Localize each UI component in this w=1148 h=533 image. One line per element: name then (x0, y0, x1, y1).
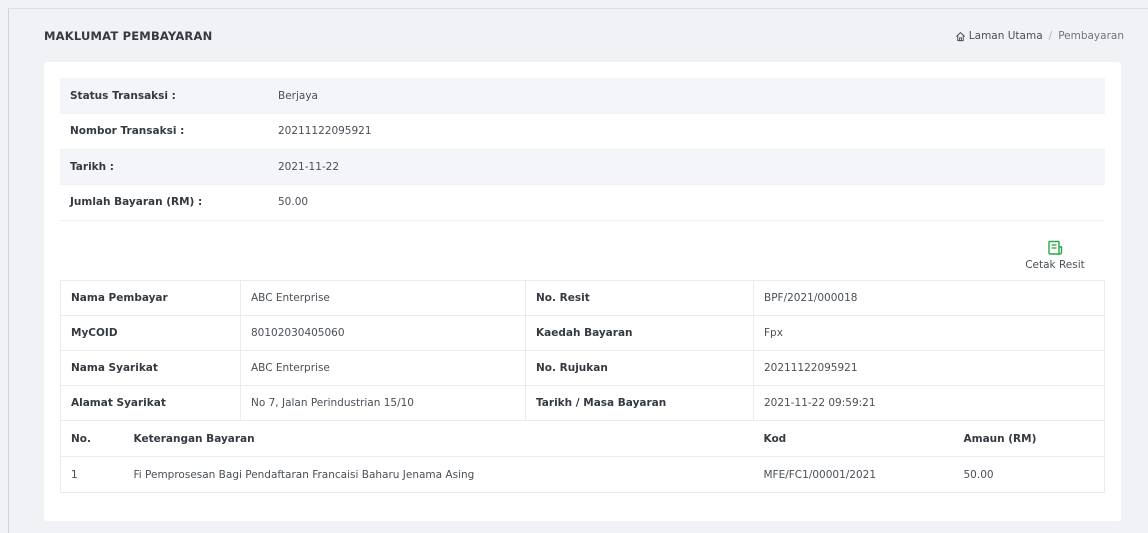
status-label: Status Transaksi : (60, 78, 268, 114)
fee-details-table: No. Keterangan Bayaran Kod Amaun (RM) 1 … (60, 420, 1105, 493)
receipt-icon (1047, 240, 1063, 256)
transaction-number-value: 20211122095921 (268, 113, 1105, 150)
table-row: Tarikh : 2021-11-22 (60, 149, 1105, 185)
table-header-row: No. Keterangan Bayaran Kod Amaun (RM) (60, 420, 1105, 457)
payment-datetime-value: 2021-11-22 09:59:21 (753, 385, 1105, 421)
column-header-amount: Amaun (RM) (953, 420, 1105, 457)
fee-row-description: Fi Pemprosesan Bagi Pendaftaran Francais… (123, 456, 754, 493)
home-icon[interactable] (955, 31, 966, 42)
breadcrumb-separator: / (1048, 30, 1053, 42)
date-label: Tarikh : (60, 149, 268, 185)
breadcrumb-home[interactable]: Laman Utama (969, 30, 1043, 42)
amount-label: Jumlah Bayaran (RM) : (60, 184, 268, 221)
payment-card: Status Transaksi : Berjaya Nombor Transa… (44, 62, 1121, 521)
page-title: MAKLUMAT PEMBAYARAN (44, 29, 213, 43)
column-header-code: Kod (753, 420, 954, 457)
print-receipt-button[interactable]: Cetak Resit (1019, 240, 1091, 271)
table-row: Nombor Transaksi : 20211122095921 (60, 113, 1105, 150)
column-header-no: No. (60, 420, 124, 457)
payment-info-table: Nama Pembayar ABC Enterprise No. Resit B… (60, 280, 1105, 421)
payment-datetime-label: Tarikh / Masa Bayaran (525, 385, 754, 421)
column-header-description: Keterangan Bayaran (123, 420, 754, 457)
payment-method-label: Kaedah Bayaran (525, 315, 754, 351)
status-value: Berjaya (268, 78, 1105, 114)
payer-name-value: ABC Enterprise (240, 280, 526, 316)
table-row: Nama Syarikat ABC Enterprise No. Rujukan… (60, 350, 1105, 386)
transaction-number-label: Nombor Transaksi : (60, 113, 268, 150)
payment-method-value: Fpx (753, 315, 1105, 351)
receipt-number-value: BPF/2021/000018 (753, 280, 1105, 316)
mycoid-label: MyCOID (60, 315, 241, 351)
receipt-number-label: No. Resit (525, 280, 754, 316)
date-value: 2021-11-22 (268, 149, 1105, 185)
mycoid-value: 80102030405060 (240, 315, 526, 351)
table-row: Nama Pembayar ABC Enterprise No. Resit B… (60, 280, 1105, 316)
table-row: MyCOID 80102030405060 Kaedah Bayaran Fpx (60, 315, 1105, 351)
table-row: Status Transaksi : Berjaya (60, 78, 1105, 114)
page-header: MAKLUMAT PEMBAYARAN Laman Utama / Pembay… (44, 26, 1124, 46)
payer-name-label: Nama Pembayar (60, 280, 241, 316)
company-address-value: No 7, Jalan Perindustrian 15/10 (240, 385, 526, 421)
print-receipt-label: Cetak Resit (1025, 259, 1085, 271)
table-row: Alamat Syarikat No 7, Jalan Perindustria… (60, 385, 1105, 421)
company-address-label: Alamat Syarikat (60, 385, 241, 421)
fee-row-no: 1 (60, 456, 124, 493)
breadcrumb: Laman Utama / Pembayaran (955, 30, 1124, 42)
breadcrumb-current: Pembayaran (1058, 30, 1124, 42)
table-row: Jumlah Bayaran (RM) : 50.00 (60, 184, 1105, 221)
transaction-status-table: Status Transaksi : Berjaya Nombor Transa… (60, 78, 1105, 221)
company-name-value: ABC Enterprise (240, 350, 526, 386)
amount-value: 50.00 (268, 184, 1105, 221)
reference-number-value: 20211122095921 (753, 350, 1105, 386)
company-name-label: Nama Syarikat (60, 350, 241, 386)
table-row: 1 Fi Pemprosesan Bagi Pendaftaran Franca… (60, 456, 1105, 493)
frame-top-border (8, 8, 1148, 9)
reference-number-label: No. Rujukan (525, 350, 754, 386)
frame-left-border (8, 8, 9, 533)
fee-row-amount: 50.00 (953, 456, 1105, 493)
fee-row-code: MFE/FC1/00001/2021 (753, 456, 954, 493)
